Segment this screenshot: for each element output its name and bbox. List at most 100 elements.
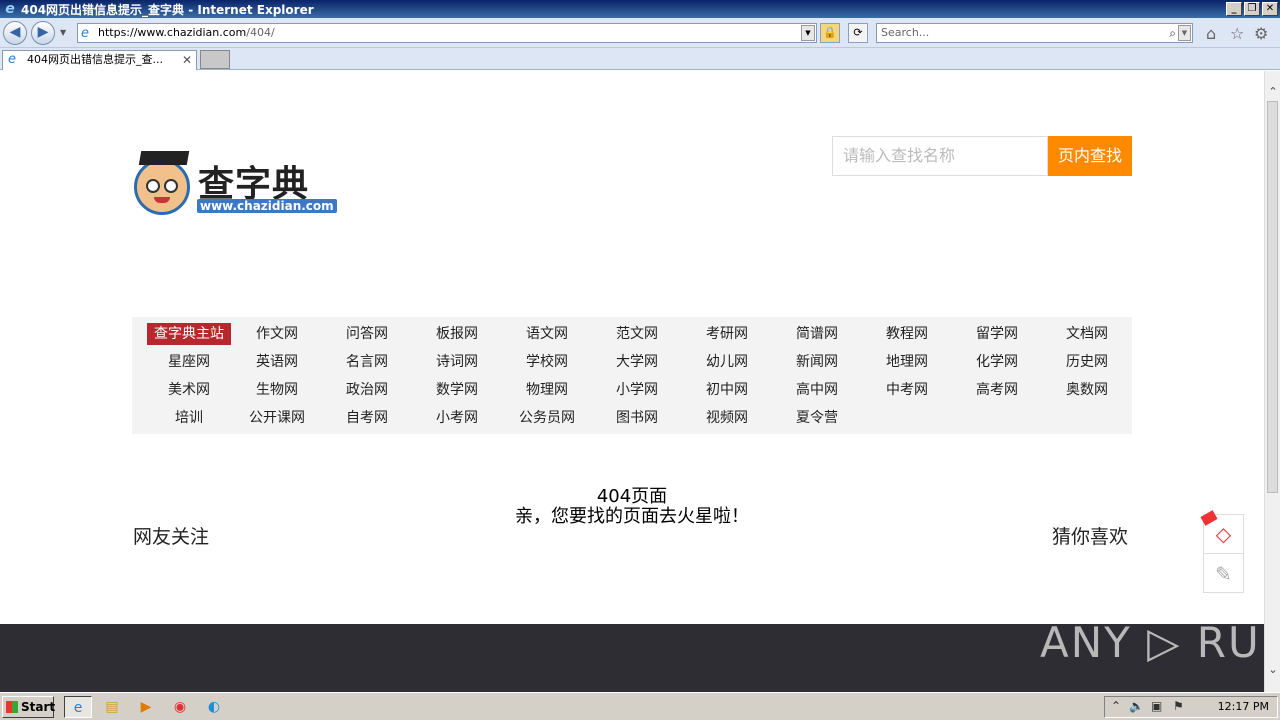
nav-link-36[interactable]: 小考网 [412,407,502,429]
start-label: Start [21,700,56,714]
nav-link-22[interactable]: 美术网 [144,379,234,401]
nav-link-15[interactable]: 学校网 [502,351,592,373]
gear-icon[interactable]: ⚙ [1254,24,1268,43]
nav-link-5[interactable]: 范文网 [592,323,682,345]
follow-heading: 网友关注 [133,526,210,548]
site-logo[interactable]: 查字典 www.chazidian.com [134,151,337,221]
tray-expand-icon[interactable]: ⌃ [1111,699,1121,713]
url-host: https://www.chazidian.com [98,26,247,39]
scroll-up-icon[interactable]: ⌃ [1265,85,1280,101]
nav-link-18[interactable]: 新闻网 [772,351,862,373]
web-page: 查字典 www.chazidian.com 请输入查找名称 页内查找 查字典主站… [0,71,1264,692]
tab-current[interactable]: e 404网页出错信息提示_查... ✕ [2,50,197,70]
address-dropdown-icon[interactable]: ▼ [801,25,815,41]
taskbar-folder-icon[interactable]: ▤ [98,696,126,718]
watermark-logo: ANY ▷ RUN [1040,618,1264,667]
taskbar-ie-icon[interactable]: e [64,696,92,718]
nav-link-26[interactable]: 物理网 [502,379,592,401]
site-search-button[interactable]: 页内查找 [1048,136,1132,176]
taskbar-media-player-icon[interactable]: ▶ [132,696,160,718]
search-dropdown-icon[interactable]: ▼ [1178,25,1191,41]
lock-icon[interactable]: 🔒 [820,23,840,43]
nav-link-17[interactable]: 幼儿网 [682,351,772,373]
nav-link-6[interactable]: 考研网 [682,323,772,345]
url-path: /404/ [246,26,275,39]
new-tab-button[interactable] [200,50,230,69]
taskbar: Start e ▤ ▶ ◉ ◐ ⌃ 🔈 ▣ ⚑ 12:17 PM [0,692,1280,720]
window-titlebar: e 404网页出错信息提示_查字典 - Internet Explorer _ … [0,0,1280,18]
vertical-scrollbar[interactable]: ⌃ ⌄ [1264,71,1280,692]
network-icon[interactable]: ▣ [1151,699,1162,713]
minimize-button[interactable]: _ [1226,2,1242,16]
ie-icon: e [5,1,15,17]
nav-link-12[interactable]: 英语网 [232,351,322,373]
nav-link-10[interactable]: 文档网 [1042,323,1132,345]
nav-link-34[interactable]: 公开课网 [232,407,322,429]
nav-link-37[interactable]: 公务员网 [502,407,592,429]
system-tray: ⌃ 🔈 ▣ ⚑ 12:17 PM [1104,696,1278,718]
taskbar-chrome-icon[interactable]: ◉ [166,696,194,718]
nav-link-25[interactable]: 数学网 [412,379,502,401]
side-toolbar: ◇ ✎ [1200,510,1244,593]
flag-notification-icon[interactable]: ⚑ [1173,699,1184,713]
search-icon[interactable]: ⌕ [1169,24,1176,42]
nav-link-2[interactable]: 问答网 [322,323,412,345]
nav-link-28[interactable]: 初中网 [682,379,772,401]
nav-link-19[interactable]: 地理网 [862,351,952,373]
nav-link-29[interactable]: 高中网 [772,379,862,401]
nav-link-39[interactable]: 视频网 [682,407,772,429]
scroll-down-icon[interactable]: ⌄ [1265,663,1280,679]
nav-link-21[interactable]: 历史网 [1042,351,1132,373]
browser-search-placeholder: Search... [881,26,930,39]
nav-link-32[interactable]: 奥数网 [1042,379,1132,401]
nav-link-7[interactable]: 简谱网 [772,323,862,345]
mascot-eye [164,179,178,193]
nav-link-31[interactable]: 高考网 [952,379,1042,401]
nav-link-11[interactable]: 星座网 [144,351,234,373]
mascot-face [134,159,190,215]
nav-link-20[interactable]: 化学网 [952,351,1042,373]
site-nav-grid: 查字典主站 作文网 问答网 板报网 语文网 范文网 考研网 简谱网 教程网 留学网 文档网星座网 英语… [132,317,1132,434]
home-icon[interactable]: ⌂ [1206,24,1216,43]
history-dropdown-icon[interactable]: ▼ [60,28,66,37]
nav-link-27[interactable]: 小学网 [592,379,682,401]
nav-link-16[interactable]: 大学网 [592,351,682,373]
nav-link-1[interactable]: 作文网 [232,323,322,345]
nav-link-8[interactable]: 教程网 [862,323,952,345]
windows-flag-icon [6,701,18,713]
nav-link-24[interactable]: 政治网 [322,379,412,401]
start-button[interactable]: Start [2,696,56,718]
nav-link-30[interactable]: 中考网 [862,379,952,401]
nav-link-9[interactable]: 留学网 [952,323,1042,345]
restore-button[interactable]: ❐ [1244,2,1260,16]
mascot-eye [146,179,160,193]
forward-button[interactable]: ▶ [31,21,55,45]
nav-link-35[interactable]: 自考网 [322,407,412,429]
nav-link-40[interactable]: 夏令营 [772,407,862,429]
taskbar-edge-icon[interactable]: ◐ [200,696,228,718]
nav-link-14[interactable]: 诗词网 [412,351,502,373]
nav-link-13[interactable]: 名言网 [322,351,412,373]
tab-favicon-icon: e [8,52,16,67]
back-button[interactable]: ◀ [3,21,27,45]
nav-link-23[interactable]: 生物网 [232,379,322,401]
site-favicon-icon: e [81,26,89,41]
nav-link-38[interactable]: 图书网 [592,407,682,429]
site-search-input[interactable]: 请输入查找名称 [832,136,1048,176]
pencil-icon[interactable]: ✎ [1204,555,1243,593]
volume-icon[interactable]: 🔈 [1129,699,1144,713]
close-tab-icon[interactable]: ✕ [182,51,192,69]
graduation-cap-icon [138,151,190,165]
nav-link-3[interactable]: 板报网 [412,323,502,345]
tab-bar: e 404网页出错信息提示_查... ✕ [0,48,1280,70]
address-field[interactable]: e https://www.chazidian.com/404/ ▼ [77,23,817,43]
nav-link-0[interactable]: 查字典主站 [147,323,231,345]
favorites-star-icon[interactable]: ☆ [1230,24,1244,43]
window-title: 404网页出错信息提示_查字典 - Internet Explorer [21,2,314,17]
nav-link-33[interactable]: 培训 [144,407,234,429]
scroll-thumb[interactable] [1267,101,1278,493]
close-window-button[interactable]: ✕ [1262,2,1278,16]
nav-link-4[interactable]: 语文网 [502,323,592,345]
browser-search-input[interactable]: Search... ⌕ ▼ [876,23,1193,43]
refresh-icon[interactable]: ⟳ [848,23,868,43]
